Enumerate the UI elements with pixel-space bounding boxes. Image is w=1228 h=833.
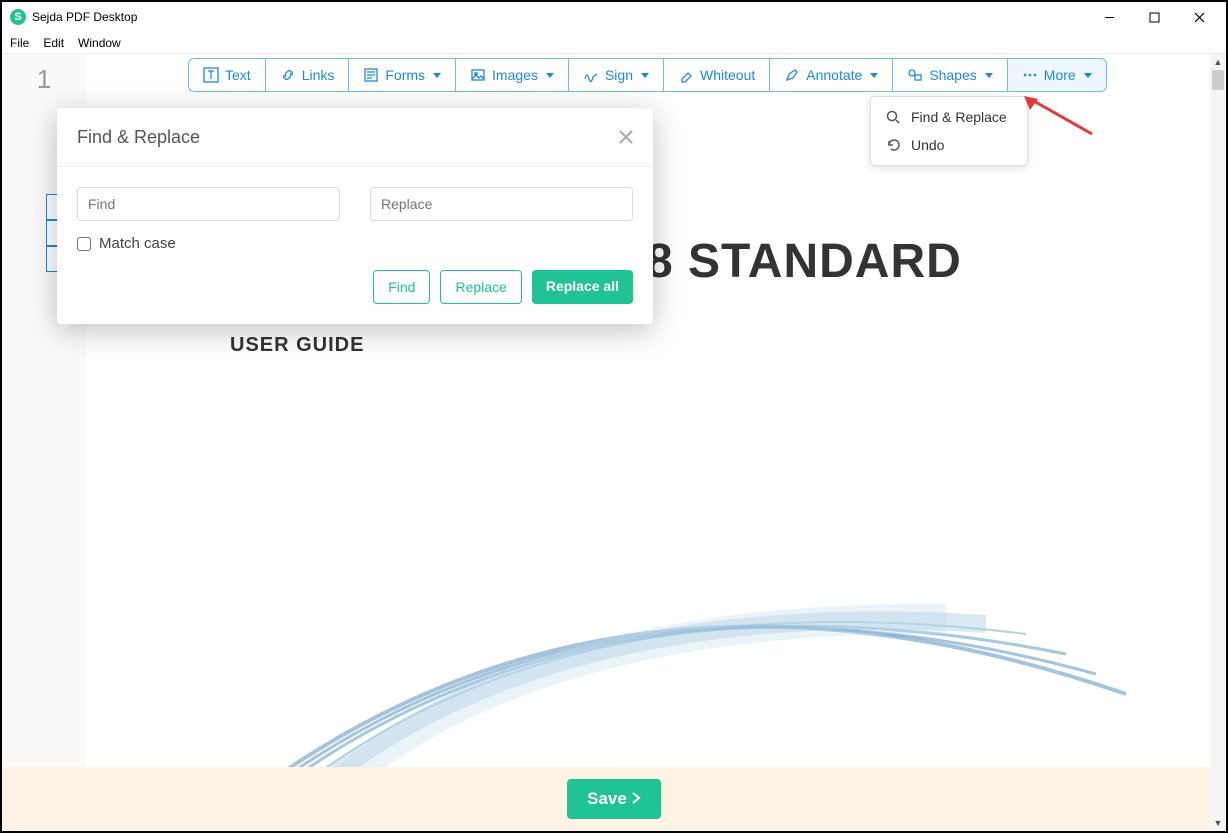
more-dropdown: Find & Replace Undo — [870, 96, 1028, 166]
app-icon: S — [10, 9, 26, 25]
caret-down-icon — [641, 73, 649, 78]
arrow-annotation — [1024, 96, 1094, 136]
tool-text[interactable]: Text — [188, 58, 266, 92]
find-replace-dialog: Find & Replace Match case Find Replace R… — [57, 108, 653, 324]
annotate-icon — [784, 67, 800, 83]
scroll-thumb[interactable] — [1212, 70, 1224, 90]
match-case-row[interactable]: Match case — [77, 235, 633, 252]
tool-forms[interactable]: Forms — [349, 58, 456, 92]
scroll-down-arrow[interactable]: ▼ — [1210, 815, 1226, 831]
vertical-scrollbar[interactable]: ▲ ▼ — [1210, 54, 1226, 831]
tool-links[interactable]: Links — [266, 58, 350, 92]
undo-icon — [885, 137, 901, 153]
caret-down-icon — [985, 73, 993, 78]
caret-down-icon — [546, 73, 554, 78]
maximize-button[interactable] — [1132, 3, 1177, 31]
match-case-label: Match case — [99, 235, 176, 252]
minimize-button[interactable] — [1087, 3, 1132, 31]
replace-all-button[interactable]: Replace all — [532, 270, 633, 304]
tool-shapes[interactable]: Shapes — [893, 58, 1007, 92]
menubar: File Edit Window — [2, 32, 1226, 54]
document-subtitle: USER GUIDE — [230, 334, 364, 357]
search-icon — [885, 109, 901, 125]
dropdown-undo[interactable]: Undo — [871, 131, 1027, 159]
tool-whiteout[interactable]: Whiteout — [664, 58, 770, 92]
page-number: 1 — [2, 64, 86, 95]
link-icon — [280, 67, 296, 83]
menu-window[interactable]: Window — [78, 36, 121, 50]
caret-down-icon — [433, 73, 441, 78]
titlebar: S Sejda PDF Desktop — [2, 2, 1226, 32]
app-title: Sejda PDF Desktop — [32, 10, 137, 24]
tool-images[interactable]: Images — [456, 58, 569, 92]
find-input[interactable] — [77, 187, 340, 221]
forms-icon — [363, 67, 379, 83]
document-title: 8 STANDARD — [646, 234, 962, 289]
text-icon — [203, 67, 219, 83]
match-case-checkbox[interactable] — [77, 237, 91, 251]
dialog-header: Find & Replace — [57, 108, 653, 167]
find-button[interactable]: Find — [373, 270, 430, 304]
sign-icon — [583, 67, 599, 83]
tool-sign[interactable]: Sign — [569, 58, 664, 92]
dialog-title: Find & Replace — [77, 127, 200, 148]
shapes-icon — [907, 67, 923, 83]
dropdown-find-replace[interactable]: Find & Replace — [871, 103, 1027, 131]
tool-more[interactable]: More — [1008, 58, 1107, 92]
toolbar: Text Links Forms Images Sign Whiteout An… — [188, 58, 1107, 92]
close-button[interactable] — [1177, 3, 1222, 31]
eraser-icon — [678, 67, 694, 83]
dialog-close-button[interactable] — [619, 124, 633, 150]
window-controls — [1087, 3, 1222, 31]
content-area: 1 8 STANDARD USER GUIDE Text — [2, 54, 1226, 831]
chevron-right-icon — [631, 791, 641, 807]
caret-down-icon — [1084, 73, 1092, 78]
tool-annotate[interactable]: Annotate — [770, 58, 893, 92]
more-icon — [1022, 67, 1038, 83]
replace-button[interactable]: Replace — [440, 270, 521, 304]
replace-input[interactable] — [370, 187, 633, 221]
save-button[interactable]: Save — [567, 779, 661, 819]
save-bar: Save — [2, 767, 1226, 831]
menu-edit[interactable]: Edit — [43, 36, 64, 50]
caret-down-icon — [870, 73, 878, 78]
close-icon — [619, 130, 633, 144]
image-icon — [470, 67, 486, 83]
decorative-swirl-graphic — [146, 494, 1146, 814]
menu-file[interactable]: File — [10, 36, 29, 50]
scroll-up-arrow[interactable]: ▲ — [1210, 54, 1226, 70]
